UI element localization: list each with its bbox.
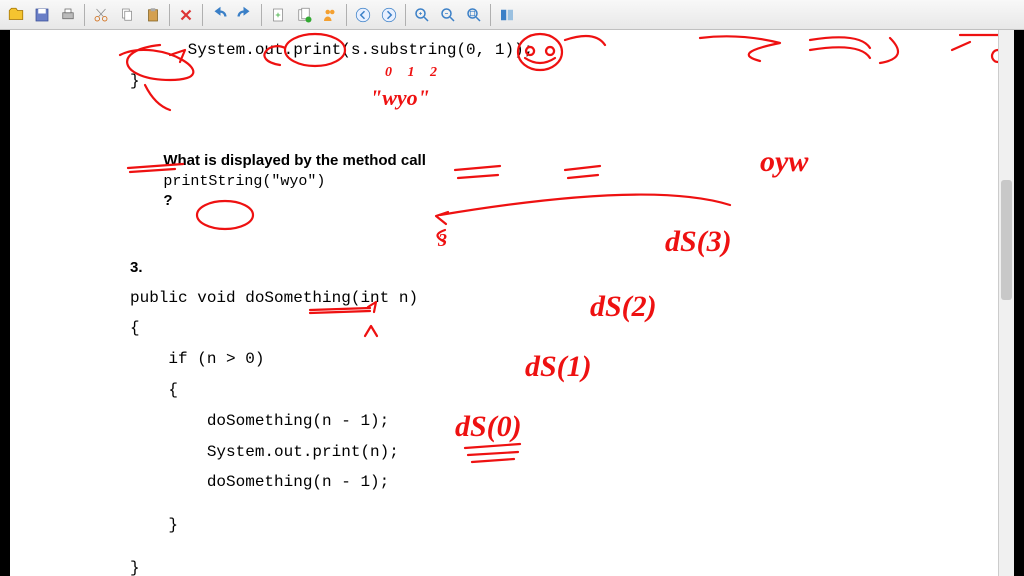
code-line: doSomething(n - 1); [130,472,1014,493]
document-content: System.out.print(s.substring(0, 1)); } W… [10,30,1014,576]
zoom-in-icon[interactable] [410,3,434,27]
participants-icon[interactable] [318,3,342,27]
code-line: if (n > 0) [130,349,1014,370]
paste-icon[interactable] [141,3,165,27]
code-line: { [130,380,1014,401]
code-line: } [130,515,1014,536]
zoom-fit-icon[interactable] [462,3,486,27]
undo-icon[interactable] [207,3,231,27]
toolbar [0,0,1024,30]
question-2: What is displayed by the method call pri… [130,132,1014,231]
back-icon[interactable] [351,3,375,27]
delete-icon[interactable] [174,3,198,27]
forward-icon[interactable] [377,3,401,27]
redo-icon[interactable] [233,3,257,27]
code-line: doSomething(n - 1); [130,411,1014,432]
add-page-icon[interactable] [266,3,290,27]
scrollbar-thumb[interactable] [1001,180,1012,300]
document-stage: System.out.print(s.substring(0, 1)); } W… [0,30,1024,576]
code-line: System.out.print(s.substring(0, 1)); [130,40,1014,61]
zoom-out-icon[interactable] [436,3,460,27]
question-code: printString("wyo") [163,173,325,190]
page: System.out.print(s.substring(0, 1)); } W… [10,30,1014,576]
copy-icon[interactable] [115,3,139,27]
code-line: } [130,71,1014,92]
code-line: public void doSomething(int n) [130,288,1014,309]
question-mark: ? [163,192,172,209]
add-doc-icon[interactable] [292,3,316,27]
print-icon[interactable] [56,3,80,27]
vertical-scrollbar[interactable] [998,30,1014,576]
code-line: { [130,318,1014,339]
code-line: } [130,558,1014,576]
layout-icon[interactable] [495,3,519,27]
code-line: System.out.print(n); [130,442,1014,463]
cut-icon[interactable] [89,3,113,27]
open-icon[interactable] [4,3,28,27]
question-text: What is displayed by the method call [163,152,426,169]
save-icon[interactable] [30,3,54,27]
problem-number-3: 3. [130,258,1014,278]
